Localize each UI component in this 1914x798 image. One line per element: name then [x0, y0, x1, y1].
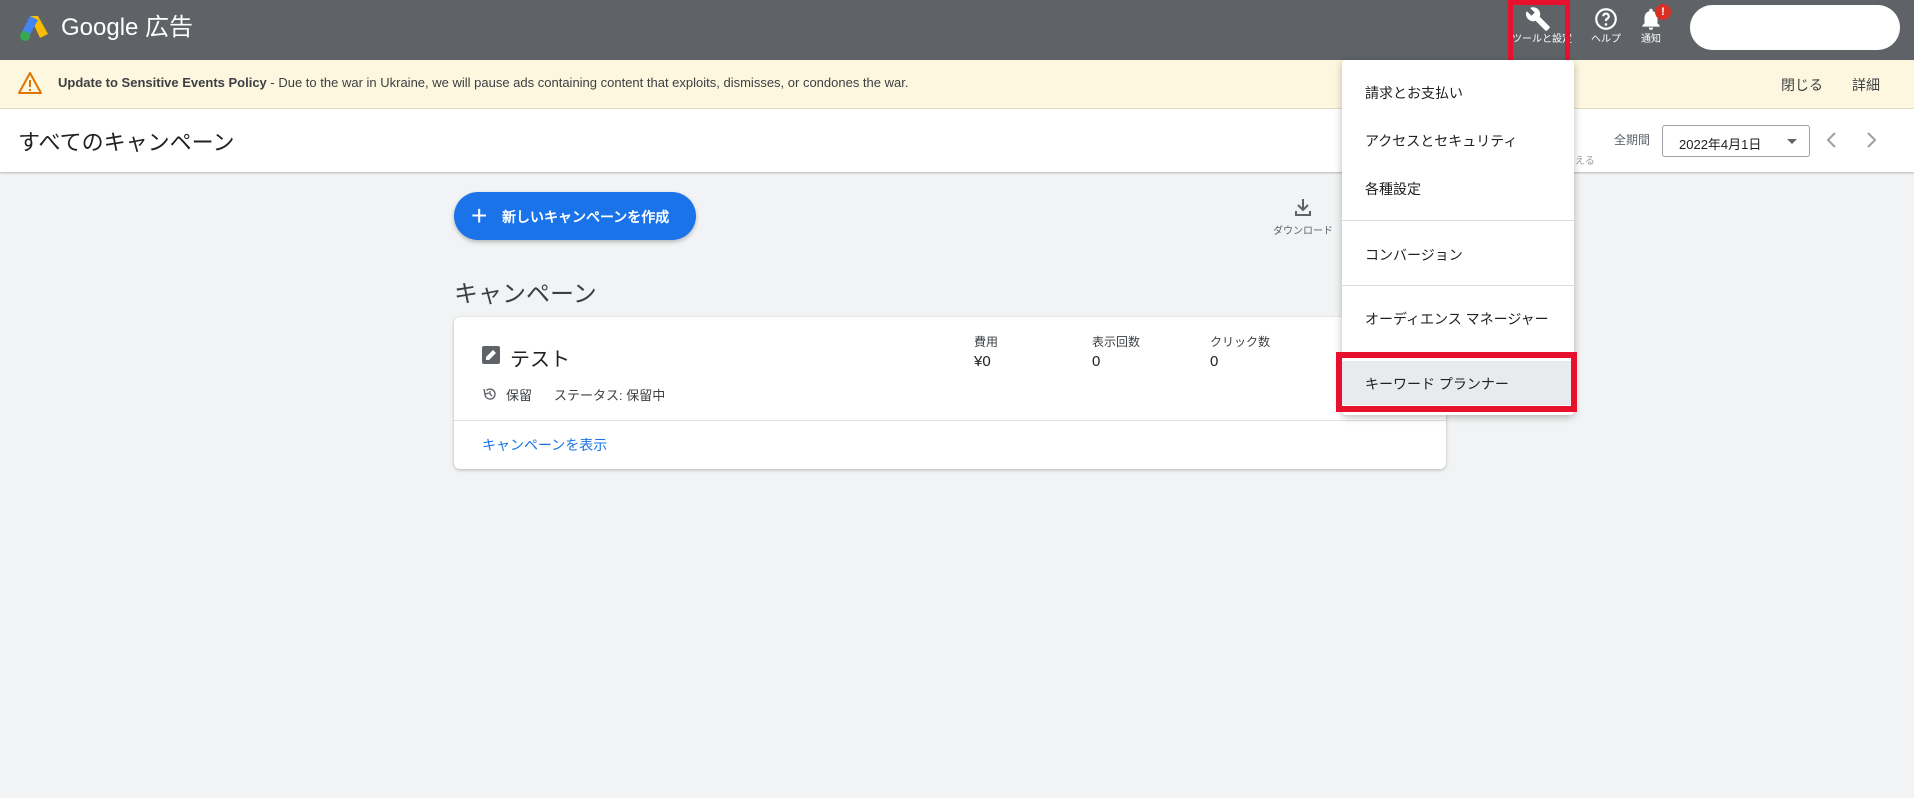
- metric-clicks: クリック数 0: [1210, 333, 1270, 370]
- partially-hidden-text: える: [1575, 156, 1595, 167]
- metric-impressions: 表示回数 0: [1092, 333, 1140, 370]
- plus-icon: +: [471, 200, 488, 231]
- divider: [454, 420, 1446, 421]
- menu-item-access-security[interactable]: アクセスとセキュリティ: [1342, 118, 1574, 162]
- download-button[interactable]: ダウンロード: [1268, 196, 1338, 237]
- view-campaign-link[interactable]: キャンペーンを表示: [482, 435, 607, 455]
- menu-item-label: オーディエンス マネージャー: [1365, 311, 1549, 327]
- menu-divider: [1342, 285, 1574, 286]
- google-ads-logo-icon[interactable]: [18, 12, 50, 44]
- campaign-name[interactable]: テスト: [510, 343, 570, 372]
- warning-icon: [18, 72, 42, 94]
- metric-label: 表示回数: [1092, 335, 1141, 349]
- menu-item-conversions[interactable]: コンバージョン: [1342, 232, 1574, 276]
- chevron-right-icon[interactable]: [1861, 130, 1881, 150]
- new-campaign-label: 新しいキャンペーンを作成: [502, 209, 670, 225]
- page-header: すべてのキャンペーン える 全期間 2022年4月1日: [0, 109, 1914, 172]
- menu-divider: [1342, 220, 1574, 221]
- metric-value: 0: [1210, 353, 1219, 370]
- metric-value: 0: [1092, 353, 1101, 370]
- date-value: 2022年4月1日: [1679, 137, 1762, 152]
- menu-item-audience-manager[interactable]: オーディエンス マネージャー: [1342, 296, 1574, 340]
- notifications-button[interactable]: ! 通知: [1625, 4, 1677, 66]
- account-selector[interactable]: [1690, 5, 1900, 50]
- banner-close-button[interactable]: 閉じる: [1781, 75, 1823, 95]
- period-label: 全期間: [1614, 133, 1651, 147]
- history-icon: [483, 388, 496, 400]
- metric-value: ¥0: [974, 353, 991, 370]
- chevron-left-icon[interactable]: [1822, 130, 1842, 150]
- campaign-card: テスト 費用 ¥0 表示回数 0 クリック数 0 保留 ステータス: 保留中 キ…: [454, 317, 1446, 469]
- notifications-label: 通知: [1641, 34, 1661, 45]
- download-icon: [1295, 199, 1311, 216]
- menu-item-billing[interactable]: 請求とお支払い: [1342, 70, 1574, 114]
- status-text: ステータス: 保留中: [554, 388, 666, 403]
- dropdown-arrow-icon: [1787, 139, 1797, 144]
- banner-message: Update to Sensitive Events Policy - Due …: [58, 75, 908, 90]
- menu-item-label: 請求とお支払い: [1365, 85, 1463, 101]
- metric-label: 費用: [974, 335, 999, 349]
- help-icon: [1595, 8, 1617, 30]
- metric-cost: 費用 ¥0: [974, 333, 998, 370]
- date-range-select[interactable]: 2022年4月1日: [1662, 125, 1810, 157]
- banner-body: - Due to the war in Ukraine, we will pau…: [266, 75, 909, 90]
- page-title: すべてのキャンペーン: [18, 130, 235, 155]
- menu-item-label: 各種設定: [1365, 181, 1421, 197]
- top-bar: Google 広告 ツールと設定 ヘルプ ! 通知: [0, 0, 1914, 60]
- status-hold: 保留: [506, 388, 533, 403]
- app-title[interactable]: Google 広告: [61, 12, 193, 44]
- metric-label: クリック数: [1210, 335, 1271, 349]
- banner-detail-link[interactable]: 詳細: [1852, 75, 1880, 95]
- menu-item-label: アクセスとセキュリティ: [1365, 133, 1518, 149]
- new-campaign-button[interactable]: + 新しいキャンペーンを作成: [454, 192, 696, 240]
- policy-banner: Update to Sensitive Events Policy - Due …: [0, 60, 1914, 109]
- keyword-planner-highlight-box: [1336, 352, 1577, 412]
- notification-badge: !: [1655, 4, 1671, 20]
- campaign-draft-icon: [482, 346, 500, 364]
- menu-item-settings[interactable]: 各種設定: [1342, 166, 1574, 210]
- menu-item-label: コンバージョン: [1365, 247, 1463, 263]
- campaigns-section-title: キャンペーン: [454, 281, 597, 308]
- banner-title: Update to Sensitive Events Policy: [58, 75, 267, 90]
- download-label: ダウンロード: [1273, 226, 1333, 237]
